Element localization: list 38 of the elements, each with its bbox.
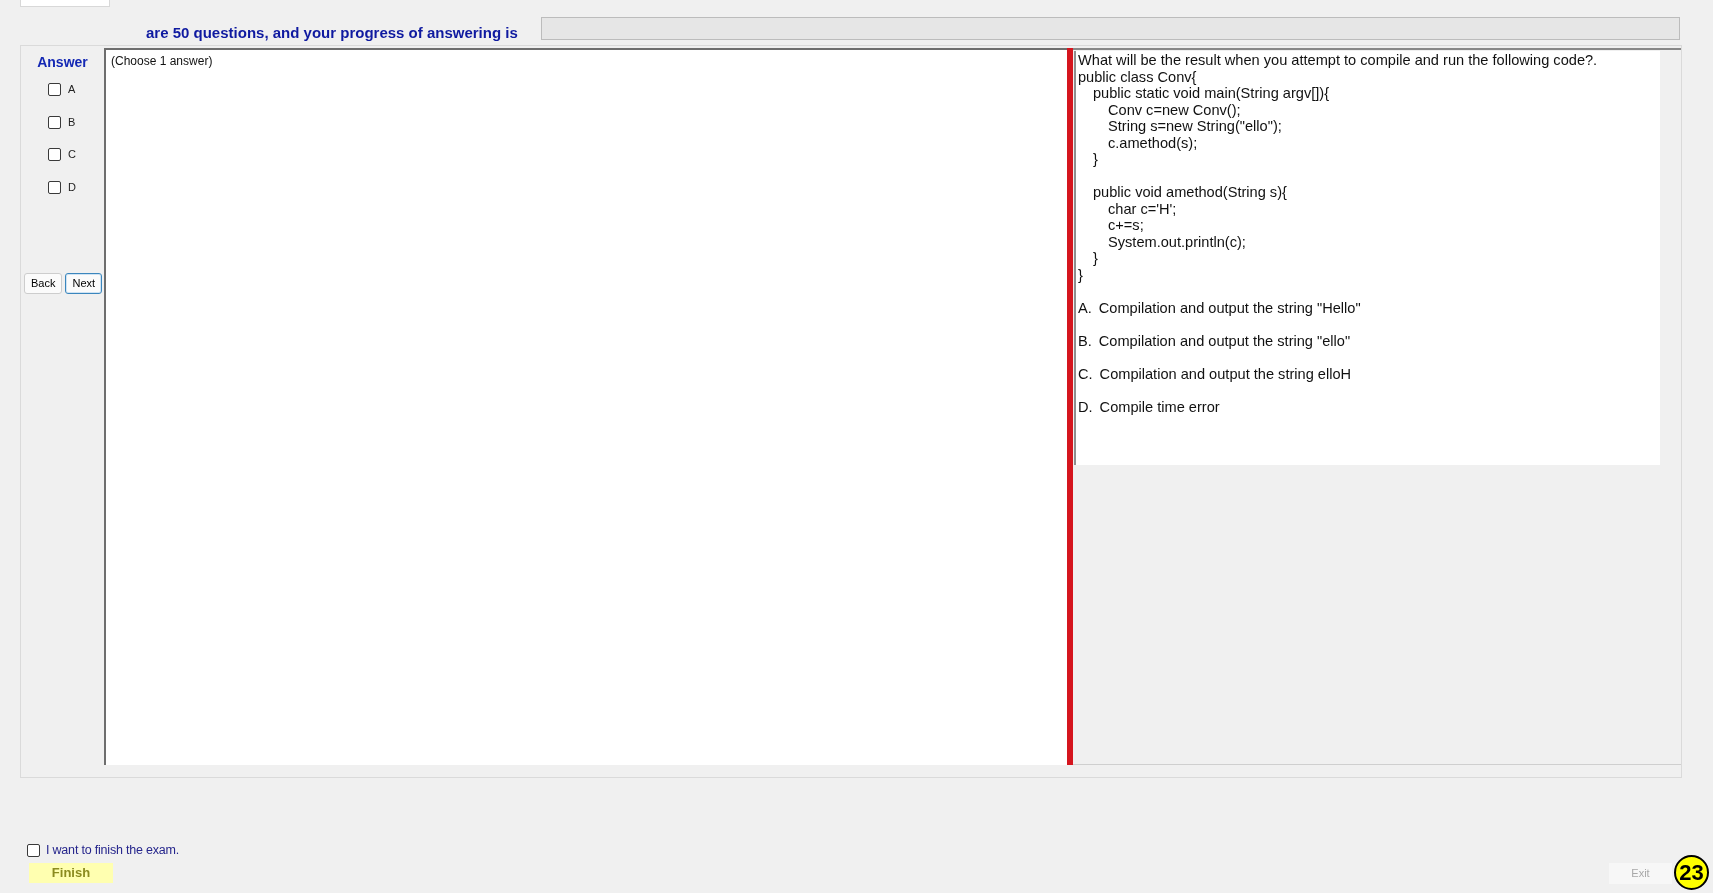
question-prompt: What will be the result when you attempt to compile and run the following code?. [1078, 52, 1599, 69]
option-text: Compilation and output the string "Hello" [1098, 300, 1361, 317]
choice-label: B [68, 115, 76, 129]
code-line: System.out.println(c); [1108, 233, 1247, 250]
nav-button[interactable]: Back [24, 272, 63, 294]
answer-heading: Answer [37, 54, 88, 71]
option-letter: A. [1078, 300, 1092, 317]
nav-button[interactable]: Next [65, 272, 103, 294]
answer-area[interactable]: (Choose 1 answer) [104, 48, 1067, 765]
confirm-label: I want to finish the exam. [46, 842, 180, 858]
choice-label: D [68, 180, 76, 194]
option-letter: D. [1078, 399, 1093, 416]
question-number-badge: 23 [1674, 855, 1709, 890]
code-line: c+=s; [1108, 217, 1145, 234]
checkbox[interactable] [27, 843, 40, 857]
option-text: Compile time error [1099, 399, 1220, 416]
code-line: c.amethod(s); [1108, 134, 1199, 151]
choice-label: A [68, 83, 76, 96]
code-line: String s=new String("ello"); [1108, 118, 1283, 135]
code-line: public static void main(String argv[]){ [1093, 85, 1331, 102]
option-text: Compilation and output the string elloH [1099, 366, 1352, 383]
option-letter: B. [1078, 333, 1092, 350]
code-line: public class Conv{ [1078, 68, 1198, 85]
checkbox[interactable] [48, 180, 61, 194]
code-line: char c='H'; [1108, 200, 1178, 217]
checkbox[interactable] [48, 115, 61, 129]
checkbox[interactable] [48, 148, 61, 161]
option-letter: C. [1078, 366, 1093, 383]
progress-caption: are 50 questions, and your progress of answering is [146, 23, 518, 42]
choice-label: C [68, 148, 76, 161]
option-text: Compilation and output the string "ello" [1098, 333, 1351, 350]
code-line: Conv c=new Conv(); [1108, 101, 1242, 118]
instruction-text: (Choose 1 answer) [111, 54, 213, 68]
code-line: } [1093, 151, 1099, 168]
code-line: } [1078, 266, 1084, 283]
code-line: } [1093, 250, 1099, 267]
checkbox[interactable] [48, 83, 61, 96]
code-line: public void amethod(String s){ [1093, 184, 1288, 201]
